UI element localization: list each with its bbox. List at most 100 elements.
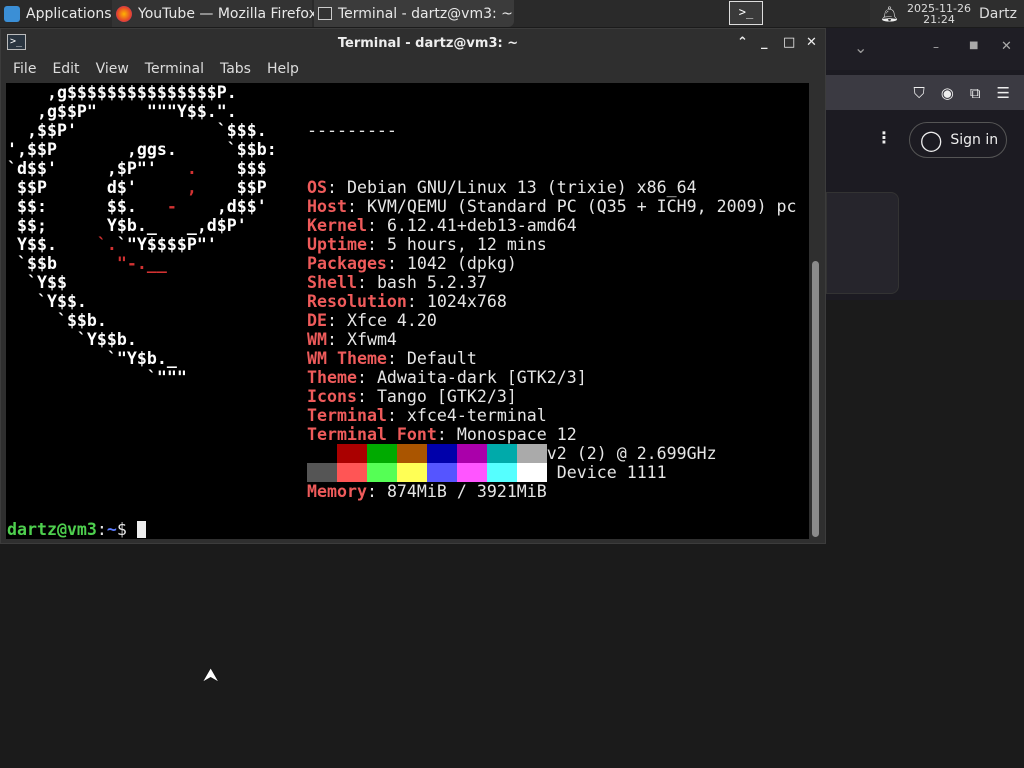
info-value: KVM/QEMU (Standard PC (Q35 + ICH9, 2009)… xyxy=(366,197,797,216)
logo-segment: $$: $$. xyxy=(7,197,167,216)
menu-terminal[interactable]: Terminal xyxy=(137,61,212,77)
info-line: Uptime: 5 hours, 12 mins xyxy=(307,235,547,254)
logo-segment: Y$$. xyxy=(7,235,97,254)
info-line: Memory: 874MiB / 3921MiB xyxy=(307,482,547,501)
info-line: WM Theme: Default xyxy=(307,349,477,368)
info-line: Terminal Font: Monospace 12 xyxy=(307,425,577,444)
shell-prompt[interactable]: dartz@vm3:~$ xyxy=(7,520,146,539)
info-line: Kernel: 6.12.41+deb13-amd64 xyxy=(307,216,577,235)
info-label: WM Theme xyxy=(307,349,387,368)
user-menu[interactable]: Dartz xyxy=(979,6,1017,22)
clock-date: 2025-11-26 xyxy=(907,1,971,15)
logo-line: `$$b. xyxy=(7,311,277,330)
taskbar-terminal[interactable]: Terminal - dartz@vm3: ~ xyxy=(314,0,514,27)
info-value: Xfwm4 xyxy=(346,330,397,349)
menu-file[interactable]: File xyxy=(5,61,44,77)
info-label: Kernel xyxy=(307,216,367,235)
info-label: Resolution xyxy=(307,292,407,311)
color-palette xyxy=(307,444,547,482)
color-block xyxy=(337,444,367,463)
logo-line: `d$$' ,$P"' . $$$ xyxy=(7,159,277,178)
logo-line: ,$$P' `$$$. xyxy=(7,121,277,140)
logo-line: `Y$$ xyxy=(7,273,277,292)
color-block xyxy=(457,444,487,463)
logo-segment: `d$$' ,$P"' xyxy=(7,159,187,178)
user-circle-icon: ◯ xyxy=(920,128,943,152)
info-line: Host: KVM/QEMU (Standard PC (Q35 + ICH9,… xyxy=(307,197,797,216)
logo-segment: `. xyxy=(96,235,117,254)
account-icon[interactable]: ◉ xyxy=(941,84,954,102)
minimize-icon[interactable]: – xyxy=(933,40,939,54)
notification-bell-icon[interactable]: 🔔︎ xyxy=(880,5,899,23)
taskbar-label: Terminal - dartz@vm3: ~ xyxy=(338,5,513,22)
taskbar-firefox[interactable]: YouTube — Mozilla Firefox xyxy=(112,0,317,27)
logo-segment: `""" xyxy=(7,368,187,387)
color-block xyxy=(487,463,517,482)
scrollbar[interactable] xyxy=(812,261,819,537)
color-block xyxy=(397,463,427,482)
logo-line: ',$$P ,ggs. `$$b: xyxy=(7,140,277,159)
info-label: Uptime xyxy=(307,235,367,254)
applications-menu-button[interactable]: Applications xyxy=(0,0,112,27)
menu-help[interactable]: Help xyxy=(259,61,307,77)
logo-segment: `Y$$b. xyxy=(7,330,137,349)
more-options-icon[interactable]: ⋮ xyxy=(876,128,892,147)
color-block xyxy=(487,444,517,463)
logo-segment: `Y$$ xyxy=(7,273,67,292)
info-line: DE: Xfce 4.20 xyxy=(307,311,437,330)
maximize-icon[interactable]: □ xyxy=(783,35,795,50)
color-block xyxy=(427,444,457,463)
maximize-icon[interactable]: ■ xyxy=(969,40,978,51)
color-block xyxy=(517,463,547,482)
logo-segment: , xyxy=(186,178,197,197)
logo-segment: `"Y$b._ xyxy=(7,349,177,368)
close-icon[interactable]: ✕ xyxy=(806,35,817,50)
clock[interactable]: 2025-11-26 21:24 xyxy=(907,3,971,25)
info-line: OS: Debian GNU/Linux 13 (trixie) x86_64 xyxy=(307,178,697,197)
logo-segment: $$; Y$b._ _,d$P' xyxy=(7,216,247,235)
mouse-pointer-icon: ⮝ xyxy=(203,665,219,686)
info-value: 5 hours, 12 mins xyxy=(386,235,547,254)
logo-line: `$$b "-.__ xyxy=(7,254,277,273)
info-value: Xfce 4.20 xyxy=(346,311,437,330)
info-line: Resolution: 1024x768 xyxy=(307,292,507,311)
terminal-output[interactable]: ,g$$$$$$$$$$$$$$$P. ,g$$P" """Y$$.". ,$$… xyxy=(6,83,809,539)
terminal-window: >_ Terminal - dartz@vm3: ~ ⌃ _ □ ✕ File … xyxy=(0,28,826,544)
pocket-icon[interactable]: ⛉ xyxy=(913,84,924,102)
logo-segment: ,$$P' `$$$. xyxy=(7,121,267,140)
info-value: 874MiB / 3921MiB xyxy=(386,482,547,501)
logo-segment: . xyxy=(186,159,197,178)
xfce-logo-icon xyxy=(4,5,20,22)
terminal-titlebar[interactable]: >_ Terminal - dartz@vm3: ~ ⌃ _ □ ✕ xyxy=(1,29,825,57)
tab-list-chevron-icon[interactable]: ⌄ xyxy=(854,38,867,57)
hamburger-menu-icon[interactable]: ☰ xyxy=(997,84,1010,102)
firefox-window: ⌄ – ■ ✕ ⛉ ◉ ⧉ ☰ ⋮ ◯ Sign in xyxy=(826,28,1024,300)
prompt-user-host: dartz@vm3 xyxy=(7,520,97,539)
menu-tabs[interactable]: Tabs xyxy=(212,61,259,77)
menu-edit[interactable]: Edit xyxy=(44,61,87,77)
info-label: Packages xyxy=(307,254,387,273)
shade-icon[interactable]: ⌃ xyxy=(737,35,748,50)
logo-segment: $$P d$' xyxy=(7,178,187,197)
minimize-icon[interactable]: _ xyxy=(761,35,768,50)
workspace-switcher[interactable]: >_ xyxy=(729,1,763,25)
info-value: Default xyxy=(406,349,477,368)
logo-segment: `$$b. xyxy=(7,311,107,330)
logo-line: ,g$$P" """Y$$.". xyxy=(7,102,277,121)
color-block xyxy=(397,444,427,463)
logo-line: $$: $$. - ,d$$' xyxy=(7,197,277,216)
info-value: Tango [GTK2/3] xyxy=(376,387,517,406)
extensions-icon[interactable]: ⧉ xyxy=(970,84,981,102)
menu-view[interactable]: View xyxy=(88,61,137,77)
info-label: Memory xyxy=(307,482,367,501)
info-label: Shell xyxy=(307,273,357,292)
logo-segment: `Y$$. xyxy=(7,292,87,311)
info-value: Monospace 12 xyxy=(456,425,577,444)
sign-in-label: Sign in xyxy=(950,132,999,148)
menu-bar: File Edit View Terminal Tabs Help xyxy=(1,57,825,81)
color-block xyxy=(367,463,397,482)
sign-in-button[interactable]: ◯ Sign in xyxy=(909,122,1007,158)
text-cursor xyxy=(136,521,146,538)
logo-line: `"Y$b._ xyxy=(7,349,277,368)
close-icon[interactable]: ✕ xyxy=(1001,39,1012,54)
